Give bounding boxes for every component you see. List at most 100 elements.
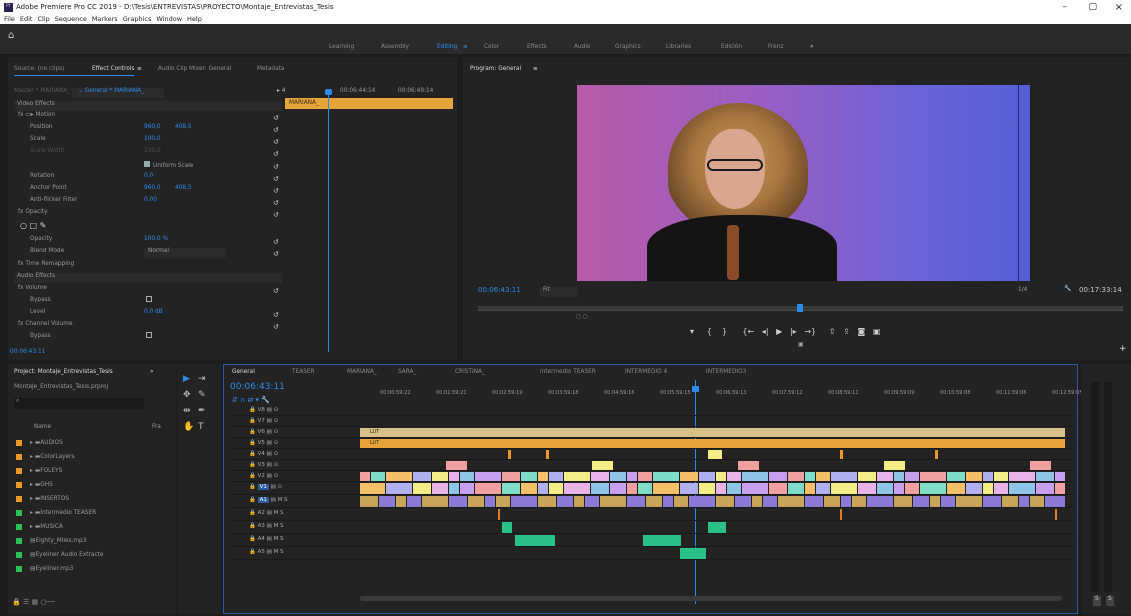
clip[interactable] <box>564 472 590 481</box>
clip[interactable] <box>858 483 876 494</box>
clip[interactable] <box>468 496 484 507</box>
reset-icon[interactable]: ↺ <box>273 199 279 207</box>
track-header[interactable]: 🔒 A2 ▤ M S <box>249 510 284 516</box>
play-icon[interactable]: ▶ <box>776 327 782 336</box>
clip[interactable] <box>905 483 919 494</box>
track-lane[interactable]: LUT <box>360 439 1065 448</box>
timeline-scrollbar[interactable] <box>360 596 1062 601</box>
clip[interactable] <box>371 472 385 481</box>
workspace-menu-icon[interactable]: ≡ <box>463 44 468 50</box>
audio-clip[interactable] <box>643 535 681 546</box>
reset-icon[interactable]: ↺ <box>273 126 279 134</box>
timeline-tab[interactable]: TEASER <box>292 369 315 375</box>
clip[interactable] <box>867 496 893 507</box>
lock-icon[interactable]: 🔒 <box>249 484 258 490</box>
audio-clip[interactable] <box>708 522 726 533</box>
clip[interactable] <box>475 483 501 494</box>
mute-solo-icon[interactable]: ▤ M S <box>265 536 284 542</box>
clip[interactable] <box>521 472 537 481</box>
go-to-out-icon[interactable]: →} <box>804 327 816 336</box>
project-item[interactable]: ▸ ▬ ColorLayers <box>16 452 75 462</box>
clip[interactable] <box>546 450 549 459</box>
effect-controls-tab[interactable]: Effect Controls <box>92 66 135 72</box>
fit-dropdown[interactable]: Fit <box>540 287 578 297</box>
lock-icon[interactable]: 🔒 <box>249 549 258 555</box>
reset-icon[interactable]: ↺ <box>273 287 279 295</box>
workspace-edicion[interactable]: Edición <box>721 44 742 50</box>
clip[interactable] <box>610 483 626 494</box>
clip[interactable] <box>840 450 843 459</box>
clip[interactable] <box>735 496 751 507</box>
clip[interactable] <box>538 483 548 494</box>
comparison-view-icon[interactable]: ▣ <box>873 327 881 336</box>
lock-icon[interactable]: 🔒 <box>249 440 258 446</box>
project-item[interactable]: ▸ ▬ MUSICA <box>16 522 63 532</box>
clip[interactable] <box>947 472 965 481</box>
clip[interactable] <box>778 496 804 507</box>
track-lane[interactable] <box>360 450 1065 459</box>
track-header[interactable]: 🔒 V7 ▤ ⊙ <box>249 418 278 424</box>
clip[interactable] <box>738 461 759 470</box>
selection-tool-icon[interactable]: ▶ <box>183 374 190 384</box>
audio-clip[interactable] <box>498 509 500 520</box>
source-tab[interactable]: Source: (no clips) <box>14 66 64 72</box>
clip[interactable] <box>449 496 467 507</box>
clip[interactable] <box>610 472 626 481</box>
timeline-tab[interactable]: intermedio TEASER <box>540 369 596 375</box>
clip[interactable] <box>627 483 637 494</box>
clip[interactable] <box>788 472 804 481</box>
bypass-checkbox[interactable] <box>146 296 152 302</box>
clip[interactable] <box>966 472 982 481</box>
clip[interactable] <box>538 496 556 507</box>
track-lane[interactable] <box>360 496 1065 507</box>
anchor-y[interactable]: 408,5 <box>175 185 192 195</box>
clip[interactable] <box>983 472 993 481</box>
clip[interactable] <box>646 496 662 507</box>
extract-icon[interactable]: ⇪ <box>843 327 850 336</box>
list-view-icon[interactable]: ☰ <box>23 598 29 606</box>
track-header[interactable]: 🔒 V1 ▤ ⊙ <box>249 484 282 490</box>
clip[interactable] <box>538 472 548 481</box>
track-lane[interactable] <box>360 483 1065 494</box>
reset-icon[interactable]: ↺ <box>273 311 279 319</box>
clip[interactable] <box>956 496 982 507</box>
clip[interactable] <box>460 472 474 481</box>
track-header[interactable]: 🔒 V2 ▤ ⊙ <box>249 473 278 479</box>
project-item[interactable]: ▤ Eyeliner.mp3 <box>16 564 73 574</box>
ripple-edit-icon[interactable]: ✥ <box>183 390 191 400</box>
clip[interactable] <box>905 472 919 481</box>
mask-tools[interactable]: ○ □ ✎ <box>20 221 46 231</box>
track-header[interactable]: 🔒 V4 ▤ ⊙ <box>249 451 278 457</box>
time-remapping-row[interactable]: fx Time Remapping <box>14 261 74 271</box>
export-frame-icon[interactable]: ◙ <box>858 327 866 336</box>
clip[interactable] <box>716 472 726 481</box>
reset-icon[interactable]: ↺ <box>273 138 279 146</box>
clip[interactable] <box>592 461 613 470</box>
clip[interactable] <box>1030 496 1044 507</box>
project-item[interactable]: ▤ Eighty_Miles.mp3 <box>16 536 86 546</box>
clip[interactable] <box>727 483 741 494</box>
clip[interactable] <box>574 496 584 507</box>
track-header[interactable]: 🔒 A3 ▤ M S <box>249 523 284 529</box>
track-lane[interactable]: LUT <box>360 428 1065 437</box>
zoom-slider[interactable]: ○── <box>40 598 55 606</box>
track-lane[interactable] <box>360 417 1065 426</box>
clip[interactable] <box>727 472 741 481</box>
timeline-timecode[interactable]: 00:06:43:11 <box>230 382 285 392</box>
clip[interactable] <box>894 483 904 494</box>
timeline-tab[interactable]: SARA_ <box>398 369 416 375</box>
timeline-tab[interactable]: General <box>232 369 255 375</box>
clip[interactable] <box>1019 496 1029 507</box>
close-button[interactable]: × <box>1115 2 1123 13</box>
clip[interactable] <box>638 483 652 494</box>
sequence-clip-dropdown[interactable]: ⌄ General * MARIANA_ <box>72 88 164 98</box>
audio-clip[interactable] <box>840 509 842 520</box>
clip[interactable] <box>627 496 645 507</box>
solo-right-button[interactable]: S <box>1106 596 1114 606</box>
workspace-color[interactable]: Color <box>484 44 499 50</box>
lock-icon[interactable]: 🔒 <box>249 497 258 503</box>
clip[interactable] <box>549 483 563 494</box>
reset-icon[interactable]: ↺ <box>273 238 279 246</box>
track-lane[interactable] <box>360 472 1065 481</box>
timeline-tab[interactable]: INTERMEDIO 4 <box>625 369 667 375</box>
